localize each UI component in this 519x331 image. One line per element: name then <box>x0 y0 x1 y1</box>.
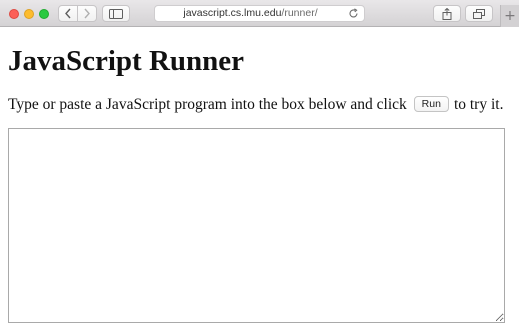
minimize-window-button[interactable] <box>24 9 34 19</box>
instructions-text-after: to try it. <box>453 96 504 113</box>
address-url: javascript.cs.lmu.edu/runner/ <box>155 6 346 21</box>
new-tab-button[interactable]: + <box>500 5 519 27</box>
back-button[interactable] <box>58 5 78 22</box>
address-bar[interactable]: javascript.cs.lmu.edu/runner/ <box>154 5 365 22</box>
close-window-button[interactable] <box>9 9 19 19</box>
sidebar-toggle-button[interactable] <box>102 5 130 22</box>
browser-toolbar: javascript.cs.lmu.edu/runner/ + <box>0 0 519 27</box>
instructions-text-before: Type or paste a JavaScript program into … <box>8 96 407 113</box>
page-title: JavaScript Runner <box>8 45 245 77</box>
address-host: javascript.cs.lmu.edu <box>183 7 282 19</box>
reload-icon[interactable] <box>348 8 359 19</box>
tabs-overview-icon <box>473 8 485 19</box>
address-path: /runner/ <box>281 7 318 19</box>
show-tabs-button[interactable] <box>465 5 493 22</box>
share-icon <box>442 7 452 20</box>
zoom-window-button[interactable] <box>39 9 49 19</box>
chevron-left-icon <box>65 8 71 19</box>
chevron-right-icon <box>84 8 90 19</box>
code-editor-textarea[interactable] <box>8 128 505 323</box>
forward-button[interactable] <box>77 5 97 22</box>
instructions: Type or paste a JavaScript program into … <box>8 96 503 114</box>
run-button[interactable]: Run <box>413 96 449 113</box>
sidebar-icon <box>109 8 123 19</box>
share-button[interactable] <box>433 5 461 22</box>
